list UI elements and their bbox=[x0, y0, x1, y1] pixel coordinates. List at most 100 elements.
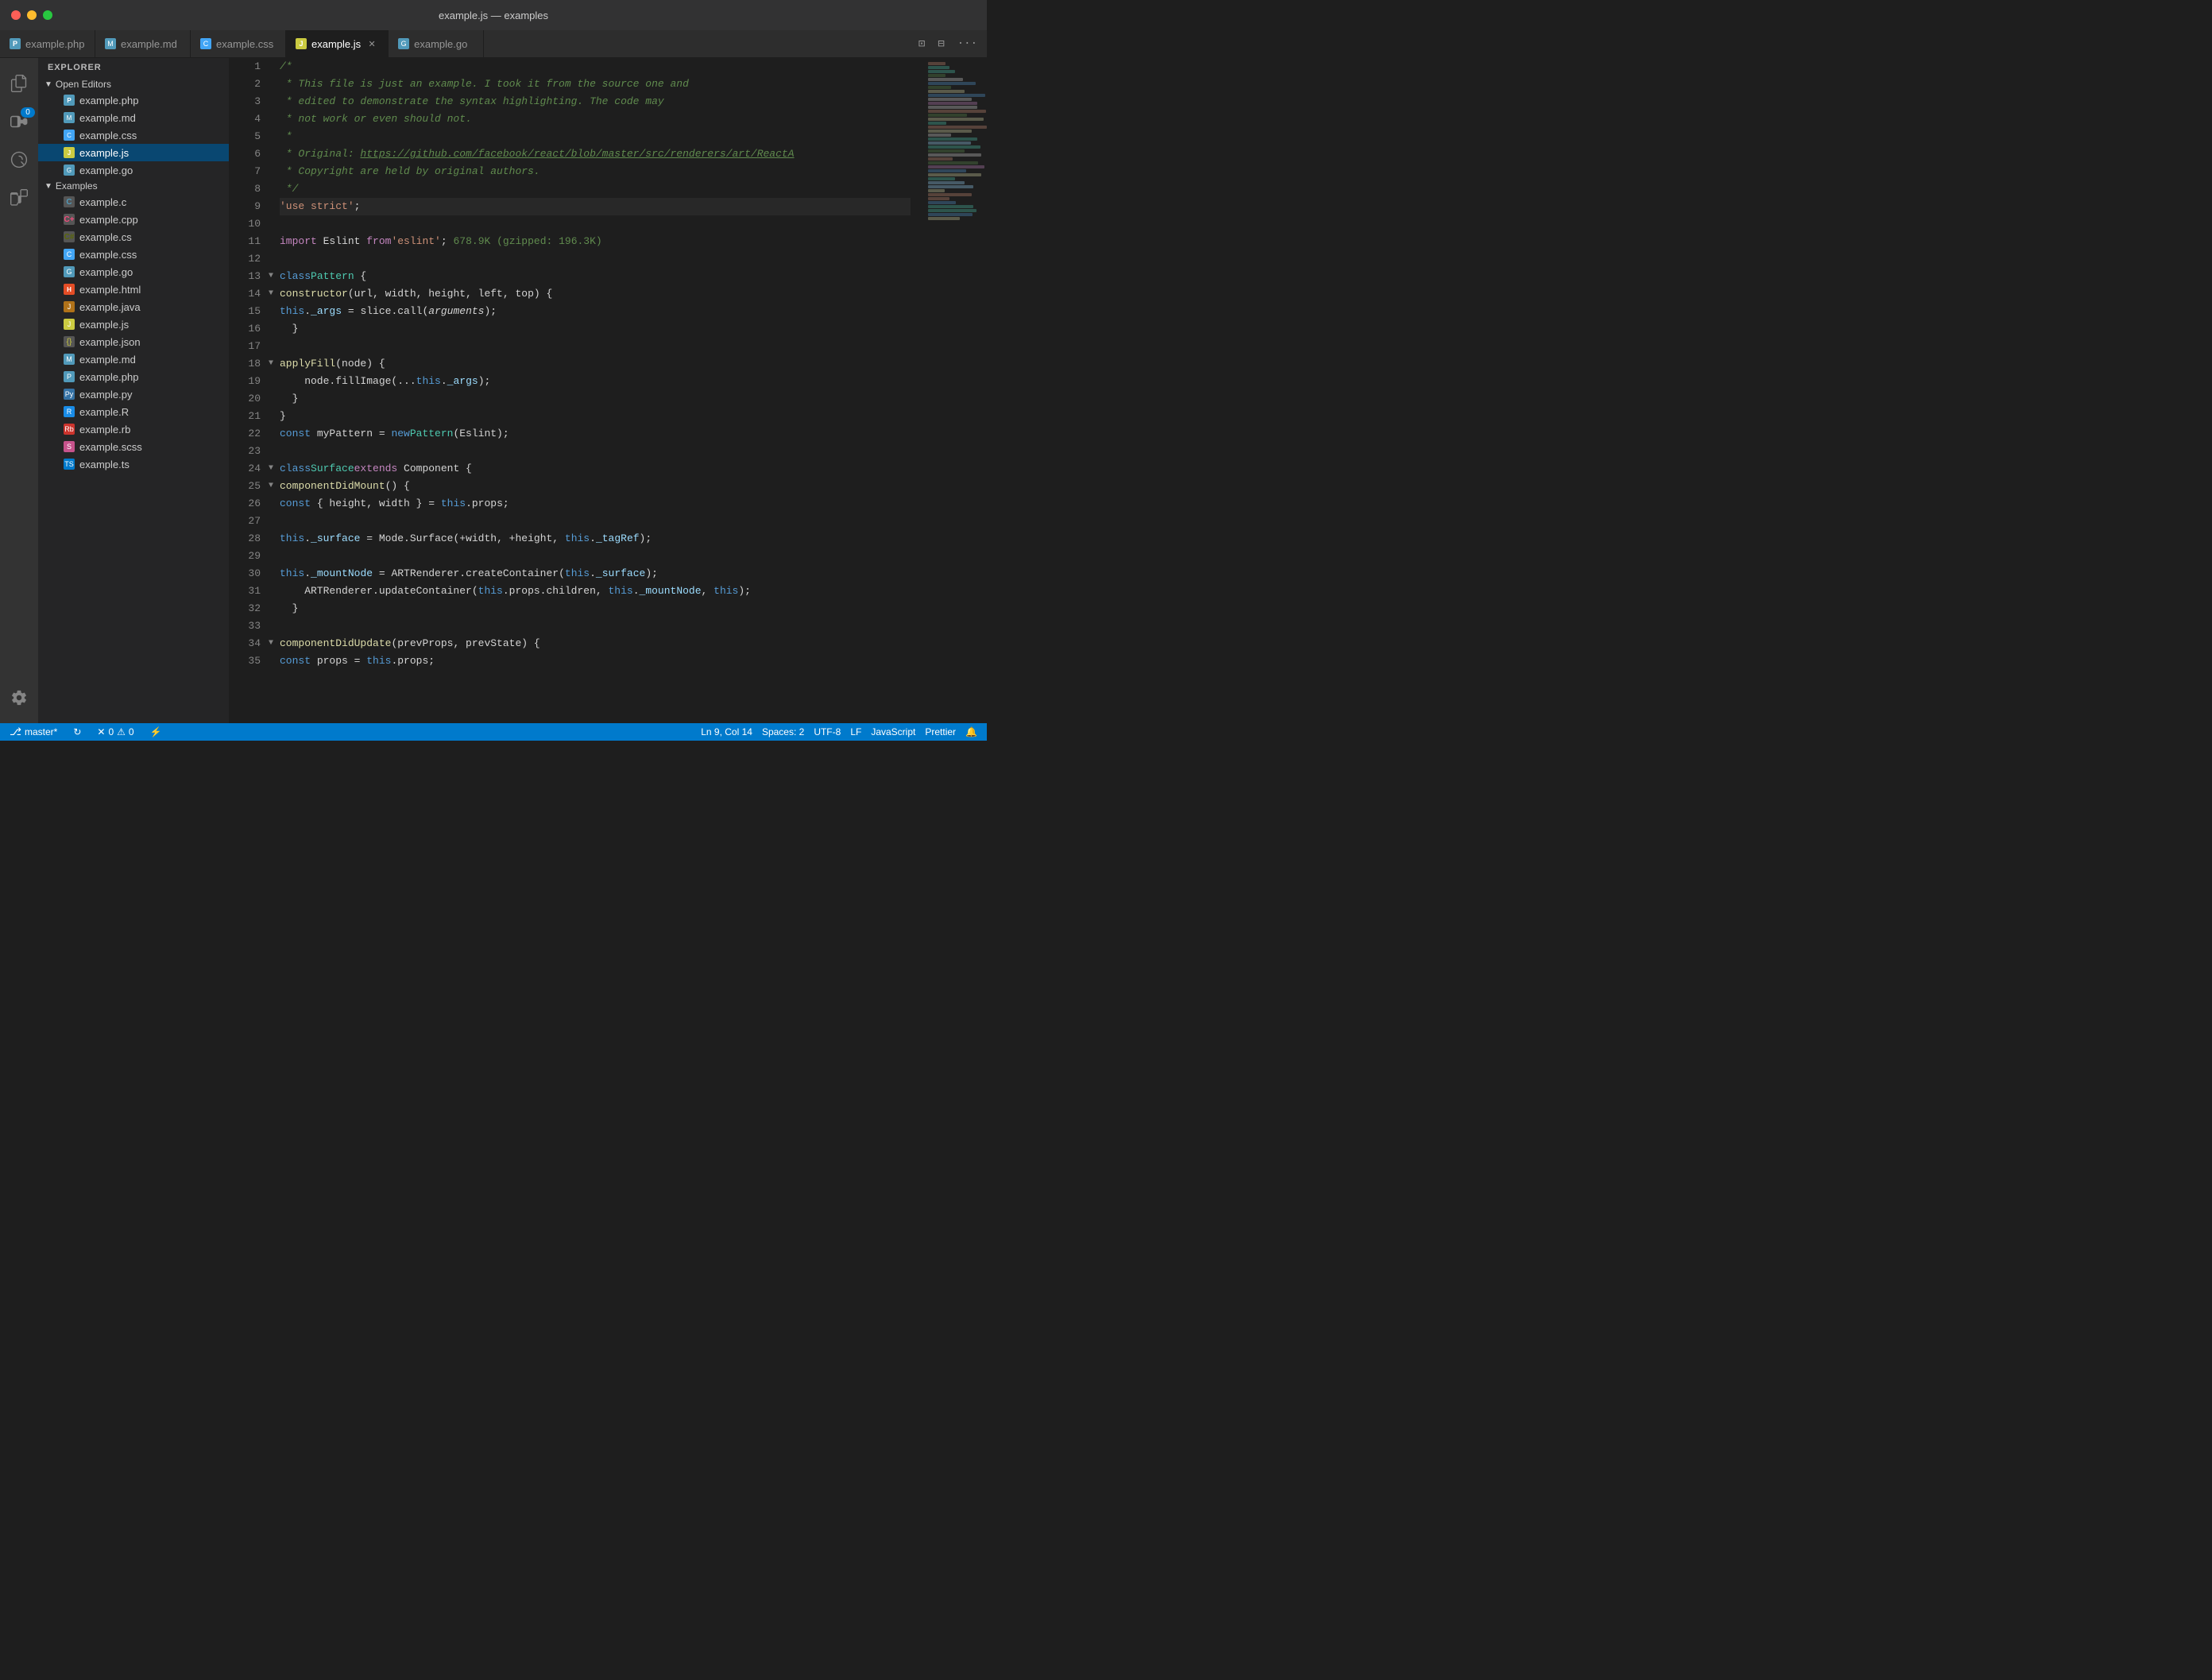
git-branch[interactable]: ⎇ master* bbox=[6, 726, 60, 738]
tab-example-go[interactable]: G example.go bbox=[389, 30, 484, 57]
cursor-position[interactable]: Ln 9, Col 14 bbox=[698, 726, 756, 737]
sidebar-item-example-go2[interactable]: G example.go bbox=[38, 263, 229, 281]
tab-example-css[interactable]: C example.css bbox=[191, 30, 286, 57]
code-content[interactable]: /* * This file is just an example. I too… bbox=[267, 58, 923, 723]
sidebar-item-example-php[interactable]: P example.php bbox=[38, 91, 229, 109]
r-icon: R bbox=[64, 406, 75, 417]
toggle-sidebar-icon[interactable]: ⊟ bbox=[934, 36, 947, 52]
code-line: * This file is just an example. I took i… bbox=[280, 75, 911, 93]
rb-icon: Rb bbox=[64, 424, 75, 435]
fold-arrow[interactable]: ▼ bbox=[269, 285, 273, 303]
warning-icon: ⚠ bbox=[117, 726, 126, 737]
minimize-button[interactable] bbox=[27, 10, 37, 20]
errors-count[interactable]: ✕ 0 ⚠ 0 bbox=[94, 726, 137, 737]
formatter-indicator[interactable]: Prettier bbox=[922, 726, 959, 737]
tab-label: example.css bbox=[216, 38, 273, 50]
code-line bbox=[280, 617, 911, 635]
notification-bell[interactable]: 🔔 bbox=[962, 726, 980, 737]
sidebar-item-example-js[interactable]: J example.js bbox=[38, 144, 229, 161]
sidebar-item-example-html[interactable]: H example.html bbox=[38, 281, 229, 298]
sidebar-item-example-r[interactable]: R example.R bbox=[38, 403, 229, 420]
code-line: ▼ componentDidMount() { bbox=[280, 478, 911, 495]
tab-example-js[interactable]: J example.js ✕ bbox=[286, 30, 389, 57]
code-line: * not work or even should not. bbox=[280, 110, 911, 128]
sidebar-item-example-ts[interactable]: TS example.ts bbox=[38, 455, 229, 473]
encoding-indicator[interactable]: UTF-8 bbox=[810, 726, 844, 737]
css-icon2: C bbox=[64, 249, 75, 260]
statusbar-right: Ln 9, Col 14 Spaces: 2 UTF-8 LF JavaScri… bbox=[698, 726, 980, 737]
cpp-icon: C+ bbox=[64, 214, 75, 225]
code-line: * edited to demonstrate the syntax highl… bbox=[280, 93, 911, 110]
line-ending-indicator[interactable]: LF bbox=[847, 726, 864, 737]
activity-extensions[interactable] bbox=[0, 179, 38, 217]
sidebar-item-example-cs[interactable]: C# example.cs bbox=[38, 228, 229, 246]
language-indicator[interactable]: JavaScript bbox=[868, 726, 918, 737]
branch-name: master* bbox=[25, 726, 57, 737]
activity-git[interactable]: 0 bbox=[0, 103, 38, 141]
sidebar-item-example-java[interactable]: J example.java bbox=[38, 298, 229, 315]
code-line bbox=[280, 548, 911, 565]
filename: example.go bbox=[79, 266, 133, 278]
sync-button[interactable]: ↻ bbox=[70, 726, 84, 737]
close-button[interactable] bbox=[11, 10, 21, 20]
code-line bbox=[280, 215, 911, 233]
sidebar-item-example-css2[interactable]: C example.css bbox=[38, 246, 229, 263]
filename: example.html bbox=[79, 284, 141, 296]
code-line: * Copyright are held by original authors… bbox=[280, 163, 911, 180]
activity-debug[interactable] bbox=[0, 141, 38, 179]
fold-arrow[interactable]: ▼ bbox=[269, 478, 273, 495]
fold-arrow[interactable]: ▼ bbox=[269, 460, 273, 478]
php-icon2: P bbox=[64, 371, 75, 382]
sidebar-item-example-rb[interactable]: Rb example.rb bbox=[38, 420, 229, 438]
code-line: ▼ componentDidUpdate(prevProps, prevStat… bbox=[280, 635, 911, 652]
code-line: /* bbox=[280, 58, 911, 75]
fold-arrow[interactable]: ▼ bbox=[269, 635, 273, 652]
lightning-icon[interactable]: ⚡ bbox=[147, 726, 165, 737]
css-file-icon: C bbox=[200, 38, 211, 49]
activity-explorer[interactable] bbox=[0, 64, 38, 103]
activity-settings[interactable] bbox=[0, 679, 38, 717]
md-icon2: M bbox=[64, 354, 75, 365]
sidebar-item-example-c[interactable]: C example.c bbox=[38, 193, 229, 211]
tab-example-md[interactable]: M example.md bbox=[95, 30, 191, 57]
php-icon: P bbox=[64, 95, 75, 106]
fold-arrow[interactable]: ▼ bbox=[269, 355, 273, 373]
code-line: } bbox=[280, 408, 911, 425]
tab-close-button[interactable]: ✕ bbox=[365, 37, 378, 50]
filename: example.c bbox=[79, 196, 126, 208]
statusbar: ⎇ master* ↻ ✕ 0 ⚠ 0 ⚡ Ln 9, Col 14 Space… bbox=[0, 723, 987, 741]
sidebar-item-example-js2[interactable]: J example.js bbox=[38, 315, 229, 333]
sidebar-item-example-cpp[interactable]: C+ example.cpp bbox=[38, 211, 229, 228]
js-icon2: J bbox=[64, 319, 75, 330]
spaces-indicator[interactable]: Spaces: 2 bbox=[759, 726, 807, 737]
more-actions-icon[interactable]: ··· bbox=[954, 36, 980, 52]
html-icon: H bbox=[64, 284, 75, 295]
sidebar-item-example-scss[interactable]: S example.scss bbox=[38, 438, 229, 455]
filename: example.md bbox=[79, 354, 136, 366]
open-editors-header[interactable]: ▼ Open Editors bbox=[38, 77, 229, 91]
filename: example.cpp bbox=[79, 214, 138, 226]
sidebar-item-example-py[interactable]: Py example.py bbox=[38, 385, 229, 403]
sidebar-item-example-md[interactable]: M example.md bbox=[38, 109, 229, 126]
sidebar-item-example-json[interactable]: {} example.json bbox=[38, 333, 229, 350]
code-line: } bbox=[280, 600, 911, 617]
scss-icon: S bbox=[64, 441, 75, 452]
tab-example-php[interactable]: P example.php bbox=[0, 30, 95, 57]
fold-arrow[interactable]: ▼ bbox=[269, 268, 273, 285]
filename: example.java bbox=[79, 301, 141, 313]
filename: example.json bbox=[79, 336, 141, 348]
sidebar-item-example-md2[interactable]: M example.md bbox=[38, 350, 229, 368]
tabbar-actions: ⊡ ⊟ ··· bbox=[909, 30, 987, 57]
examples-label: Examples bbox=[56, 180, 98, 192]
tabbar: P example.php M example.md C example.css… bbox=[0, 30, 987, 58]
sidebar-item-example-php2[interactable]: P example.php bbox=[38, 368, 229, 385]
filename: example.php bbox=[79, 95, 138, 106]
code-line: */ bbox=[280, 180, 911, 198]
sidebar-item-example-css[interactable]: C example.css bbox=[38, 126, 229, 144]
code-line: ▼ applyFill(node) { bbox=[280, 355, 911, 373]
sidebar-item-example-go[interactable]: G example.go bbox=[38, 161, 229, 179]
code-line: this._surface = Mode.Surface(+width, +he… bbox=[280, 530, 911, 548]
maximize-button[interactable] bbox=[43, 10, 52, 20]
examples-header[interactable]: ▼ Examples bbox=[38, 179, 229, 193]
split-editor-icon[interactable]: ⊡ bbox=[915, 36, 928, 52]
